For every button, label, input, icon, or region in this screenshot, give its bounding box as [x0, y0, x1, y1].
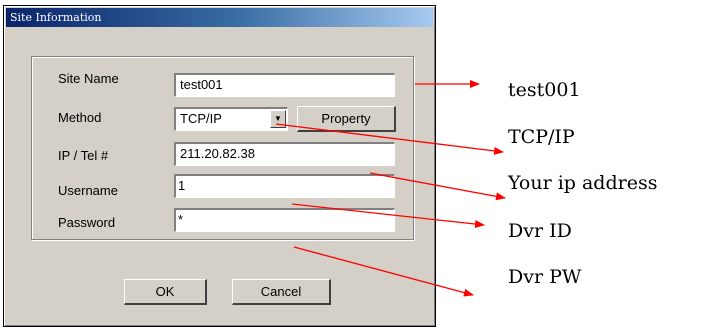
arrow-method	[275, 123, 504, 155]
annotation-password: Dvr PW	[508, 266, 582, 288]
arrow-ip	[369, 172, 506, 201]
annotation-arrows	[275, 80, 506, 297]
annotation-ip: Your ip address	[508, 172, 658, 194]
annotation-site-name: test001	[508, 79, 581, 101]
arrow-password	[293, 246, 474, 297]
annotation-username: Dvr ID	[508, 220, 572, 242]
arrow-username	[291, 203, 485, 228]
annotation-method: TCP/IP	[508, 126, 575, 148]
